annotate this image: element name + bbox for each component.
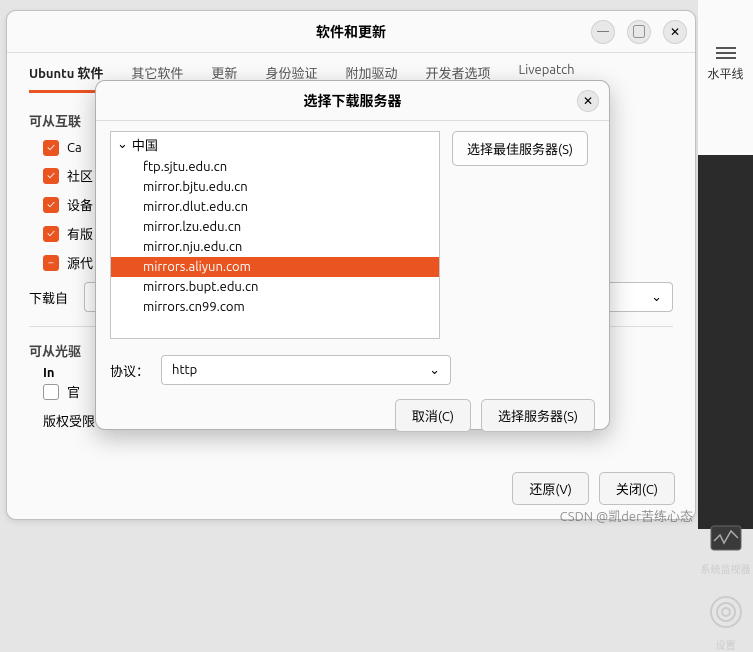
monitor-icon [709,523,743,553]
chevron-down-icon: ⌄ [651,290,662,305]
checkbox-icon [43,197,59,213]
tree-parent-china[interactable]: ⌄ 中国 [111,132,439,157]
modal-titlebar: 选择下载服务器 ✕ [96,81,609,121]
horizontal-line-item[interactable]: 水平线 [698,0,753,82]
settings-item[interactable]: 设置 [698,595,753,652]
download-label: 下载自 [29,288,68,307]
checkbox-icon [43,255,59,271]
system-monitor-item[interactable]: 系统监视器 [698,523,753,576]
checkbox-icon [43,384,59,400]
dark-area: 系统监视器 设置 [698,155,753,529]
server-item[interactable]: mirrors.bupt.edu.cn [111,277,439,297]
close-button-footer[interactable]: 关闭(C) [599,472,675,505]
maximize-button[interactable]: ▢ [627,20,651,44]
server-item[interactable]: ftp.sjtu.edu.cn [111,157,439,177]
right-panel: 水平线 系统监视器 设置 [698,0,753,529]
checkbox-icon [43,226,59,242]
revert-button[interactable]: 还原(V) [512,472,588,505]
cancel-button[interactable]: 取消(C) [395,399,471,432]
gear-icon [709,595,743,629]
choose-server-button[interactable]: 选择服务器(S) [481,399,595,432]
modal-title: 选择下载服务器 [304,91,402,111]
minimize-button[interactable]: ─ [591,20,615,44]
protocol-select[interactable]: http ⌄ [161,355,451,385]
server-item[interactable]: mirror.dlut.edu.cn [111,197,439,217]
server-item[interactable]: mirror.bjtu.edu.cn [111,177,439,197]
server-item[interactable]: mirror.nju.edu.cn [111,237,439,257]
choose-server-dialog: 选择下载服务器 ✕ ⌄ 中国 ftp.sjtu.edu.cnmirror.bjt… [95,80,610,430]
window-title: 软件和更新 [316,22,386,42]
titlebar: 软件和更新 ─ ▢ ✕ [7,11,695,53]
right-label: 水平线 [707,68,743,81]
chevron-down-icon: ⌄ [117,137,128,152]
horizontal-line-icon [716,45,736,61]
monitor-label: 系统监视器 [698,561,753,576]
protocol-label: 协议： [110,361,149,380]
tab-ubuntu-software[interactable]: Ubuntu 软件 [29,63,103,93]
server-listbox[interactable]: ⌄ 中国 ftp.sjtu.edu.cnmirror.bjtu.edu.cnmi… [110,131,440,339]
server-item[interactable]: mirrors.cn99.com [111,297,439,317]
server-item[interactable]: mirror.lzu.edu.cn [111,217,439,237]
checkbox-icon [43,168,59,184]
server-item[interactable]: mirrors.aliyun.com [111,257,439,277]
modal-close-button[interactable]: ✕ [577,90,599,112]
close-button[interactable]: ✕ [663,20,687,44]
settings-label: 设置 [698,637,753,652]
select-best-server-button[interactable]: 选择最佳服务器(S) [452,131,588,166]
checkbox-icon [43,140,59,156]
chevron-down-icon: ⌄ [429,363,440,378]
watermark: CSDN @凯der苦练心态 [560,506,693,525]
